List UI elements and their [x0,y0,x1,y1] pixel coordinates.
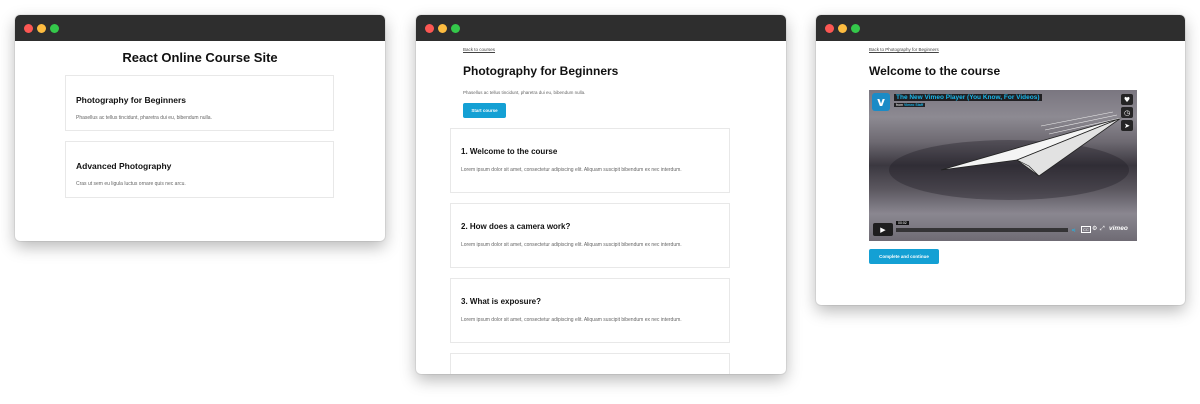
maximize-dot[interactable] [451,24,460,33]
course-title[interactable]: Advanced Photography [76,161,171,171]
close-dot[interactable] [24,24,33,33]
video-author-line: from Vimeo Staff [894,103,926,107]
clock-icon[interactable]: ◷ [1121,107,1133,118]
fullscreen-icon[interactable]: ⤢ [1100,225,1105,233]
window-content: Back to courses Photography for Beginner… [416,41,786,374]
site-title: React Online Course Site [122,50,278,65]
window-content: React Online Course Site Photography for… [15,41,385,241]
lesson-title[interactable]: 1. Welcome to the course [461,147,557,156]
maximize-dot[interactable] [851,24,860,33]
course-description: Cras ut sem eu ligula luctus ornare quis… [76,181,186,187]
lesson-title[interactable]: 3. What is exposure? [461,297,541,306]
complete-and-continue-button[interactable]: Complete and continue [869,249,939,264]
from-label: from [896,103,903,107]
minimize-dot[interactable] [838,24,847,33]
lesson-body: Lorem ipsum dolor sit amet, consectetur … [461,242,682,248]
back-to-courses-link[interactable]: Back to courses [463,47,495,52]
video-title[interactable]: The New Vimeo Player (You Know, For Vide… [894,94,1042,101]
close-dot[interactable] [425,24,434,33]
lesson-body: Lorem ipsum dolor sit amet, consectetur … [461,317,682,323]
volume-icon[interactable]: ıı| [1072,227,1075,232]
course-title[interactable]: Photography for Beginners [76,95,186,105]
share-icon[interactable]: ➤ [1121,120,1133,131]
lesson-card[interactable] [450,353,730,374]
back-to-course-link[interactable]: Back to Photography for Beginners [869,47,939,52]
course-card-advanced-photography[interactable]: Advanced Photography Cras ut sem eu ligu… [65,141,334,198]
start-course-button[interactable]: Start course [463,103,506,118]
course-card-photography-beginners[interactable]: Photography for Beginners Phasellus ac t… [65,75,334,131]
lesson-card[interactable]: 2. How does a camera work? Lorem ipsum d… [450,203,730,268]
lesson-title[interactable]: 2. How does a camera work? [461,222,570,231]
gear-icon[interactable]: ⚙ [1092,225,1097,232]
window-titlebar [15,15,385,41]
video-author[interactable]: Vimeo Staff [904,103,923,107]
paper-plane-image [889,111,1129,200]
page-title: Photography for Beginners [463,64,619,78]
page-title: Welcome to the course [869,64,1001,78]
play-icon[interactable]: ▶ [873,223,893,236]
lesson-card[interactable]: 1. Welcome to the course Lorem ipsum dol… [450,128,730,193]
maximize-dot[interactable] [50,24,59,33]
lesson-window: Back to Photography for Beginners Welcom… [816,15,1185,305]
window-titlebar [416,15,786,41]
video-progress-bar[interactable] [896,228,1068,232]
course-list-window: React Online Course Site Photography for… [15,15,385,241]
video-player[interactable]: v The New Vimeo Player (You Know, For Vi… [869,90,1137,241]
close-dot[interactable] [825,24,834,33]
minimize-dot[interactable] [438,24,447,33]
vimeo-logo-icon[interactable]: v [872,93,890,111]
window-titlebar [816,15,1185,41]
window-content: Back to Photography for Beginners Welcom… [816,41,1185,305]
minimize-dot[interactable] [37,24,46,33]
course-description: Phasellus ac tellus tincidunt, pharetra … [76,115,212,121]
closed-captions-button[interactable]: CC [1081,226,1091,233]
lesson-card[interactable]: 3. What is exposure? Lorem ipsum dolor s… [450,278,730,343]
lesson-body: Lorem ipsum dolor sit amet, consectetur … [461,167,682,173]
vimeo-brand[interactable]: vimeo [1109,225,1128,232]
heart-icon[interactable]: ♥ [1121,94,1133,105]
course-detail-window: Back to courses Photography for Beginner… [416,15,786,374]
course-description: Phasellus ac tellus tincidunt, pharetra … [463,90,586,95]
video-timecode: 00:02 [896,221,909,225]
